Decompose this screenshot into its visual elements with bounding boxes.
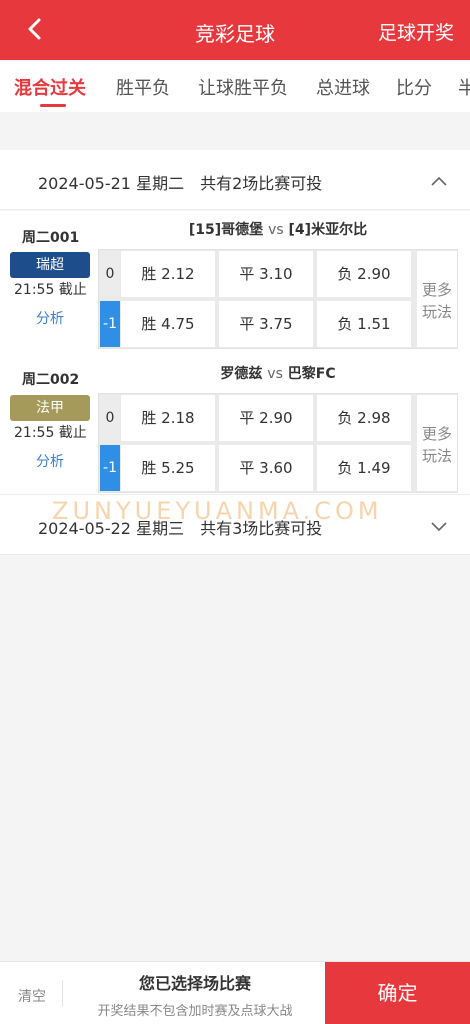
football-results-link[interactable]: 足球开奖	[378, 18, 454, 45]
tab-score[interactable]: 比分	[396, 74, 432, 100]
match-number: 周二002	[22, 372, 80, 388]
match-teams: 罗德兹 vs 巴黎FC	[100, 363, 456, 383]
match-teams: [15]哥德堡 vs [4]米亚尔比	[100, 219, 456, 239]
confirm-button[interactable]: 确定	[325, 962, 470, 1024]
handicap-label: -1	[100, 301, 120, 347]
odds-win[interactable]: 胜 5.25	[121, 445, 215, 491]
date-section-label: 2024-05-21 星期二 共有2场比赛可投	[38, 174, 323, 193]
clear-button[interactable]: 清空	[18, 986, 46, 1006]
chevron-down-icon	[430, 517, 448, 532]
match-number: 周二001	[22, 230, 80, 246]
rules-note: 开奖结果不包含加时赛及点球大战	[97, 1004, 293, 1019]
match-card: 周二002 法甲 21:55 截止 分析 罗德兹 vs 巴黎FC 0 胜 2.1…	[0, 353, 470, 495]
app-header: 竞彩足球 足球开奖	[0, 0, 470, 60]
analysis-link[interactable]: 分析	[36, 308, 64, 328]
deadline-time: 21:55 截止	[14, 425, 87, 441]
active-tab-indicator	[40, 104, 66, 107]
vs-label: vs	[268, 222, 284, 238]
date-section-header[interactable]: 2024-05-21 星期二 共有2场比赛可投	[0, 150, 470, 210]
selection-summary: 您已选择场比赛	[138, 974, 251, 993]
league-badge: 法甲	[10, 395, 90, 421]
tab-half-full[interactable]: 半	[458, 74, 470, 100]
watermark: ZUNYUEYUANMA.COM	[52, 497, 383, 525]
footer-divider	[62, 980, 63, 1006]
more-plays-button[interactable]: 更多 玩法	[417, 251, 457, 347]
odds-win[interactable]: 胜 4.75	[121, 301, 215, 347]
handicap-label: 0	[100, 395, 120, 441]
tab-handicap-win-draw-lose[interactable]: 让球胜平负	[198, 74, 288, 100]
home-team: [15]哥德堡	[188, 222, 264, 238]
home-team: 罗德兹	[220, 366, 263, 382]
more-plays-button[interactable]: 更多 玩法	[417, 395, 457, 491]
chevron-up-icon	[430, 172, 448, 186]
odds-lose[interactable]: 负 1.51	[317, 301, 411, 347]
bet-footer: 清空 您已选择场比赛 开奖结果不包含加时赛及点球大战 确定	[0, 961, 470, 1024]
odds-lose[interactable]: 负 1.49	[317, 445, 411, 491]
odds-draw[interactable]: 平 3.10	[219, 251, 313, 297]
away-team: [4]米亚尔比	[288, 222, 368, 238]
odds-lose[interactable]: 负 2.90	[317, 251, 411, 297]
play-type-tabs: 混合过关 胜平负 让球胜平负 总进球 比分 半	[0, 60, 470, 112]
tab-mixed-parlay[interactable]: 混合过关	[14, 74, 86, 100]
league-badge: 瑞超	[10, 252, 90, 278]
odds-draw[interactable]: 平 3.60	[219, 445, 313, 491]
handicap-label: 0	[100, 251, 120, 297]
deadline-time: 21:55 截止	[14, 282, 87, 298]
tab-total-goals[interactable]: 总进球	[316, 74, 370, 100]
away-team: 巴黎FC	[287, 366, 336, 382]
odds-grid: 0 胜 2.12 平 3.10 负 2.90 -1 胜 4.75 平 3.75 …	[98, 249, 458, 349]
odds-win[interactable]: 胜 2.18	[121, 395, 215, 441]
odds-draw[interactable]: 平 2.90	[219, 395, 313, 441]
analysis-link[interactable]: 分析	[36, 451, 64, 471]
odds-win[interactable]: 胜 2.12	[121, 251, 215, 297]
match-card: 周二001 瑞超 21:55 截止 分析 [15]哥德堡 vs [4]米亚尔比 …	[0, 211, 470, 353]
handicap-label: -1	[100, 445, 120, 491]
vs-label: vs	[267, 366, 283, 382]
odds-draw[interactable]: 平 3.75	[219, 301, 313, 347]
tab-win-draw-lose[interactable]: 胜平负	[116, 74, 170, 100]
odds-lose[interactable]: 负 2.98	[317, 395, 411, 441]
odds-grid: 0 胜 2.18 平 2.90 负 2.98 -1 胜 5.25 平 3.60 …	[98, 393, 458, 493]
